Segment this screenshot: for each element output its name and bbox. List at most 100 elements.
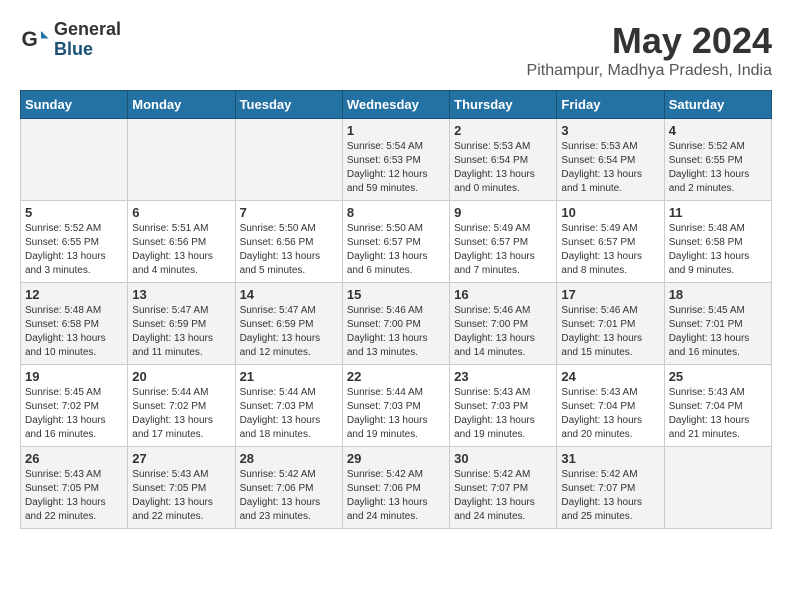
table-row: 8 Sunrise: 5:50 AMSunset: 6:57 PMDaylight… — [342, 201, 449, 283]
day-number: 17 — [561, 287, 659, 302]
day-info: Sunrise: 5:42 AMSunset: 7:06 PMDaylight:… — [240, 468, 338, 524]
day-info: Sunrise: 5:48 AMSunset: 6:58 PMDaylight:… — [25, 304, 123, 360]
table-row: 29 Sunrise: 5:42 AMSunset: 7:06 PMDayligh… — [342, 447, 449, 529]
day-number: 27 — [132, 451, 230, 466]
day-number: 7 — [240, 205, 338, 220]
calendar-body: 1 Sunrise: 5:54 AMSunset: 6:53 PMDaylight… — [21, 119, 772, 529]
logo-text: General Blue — [54, 20, 121, 60]
table-row: 12Sunrise: 5:48 AMSunset: 6:58 PMDayligh… — [21, 283, 128, 365]
day-info: Sunrise: 5:43 AMSunset: 7:04 PMDaylight:… — [561, 386, 659, 442]
day-info: Sunrise: 5:51 AMSunset: 6:56 PMDaylight:… — [132, 222, 230, 278]
header-friday: Friday — [557, 91, 664, 119]
day-info: Sunrise: 5:48 AMSunset: 6:58 PMDaylight:… — [669, 222, 767, 278]
day-number: 13 — [132, 287, 230, 302]
day-info: Sunrise: 5:43 AMSunset: 7:05 PMDaylight:… — [132, 468, 230, 524]
header-monday: Monday — [128, 91, 235, 119]
day-number: 1 — [347, 123, 445, 138]
table-row: 28 Sunrise: 5:42 AMSunset: 7:06 PMDayligh… — [235, 447, 342, 529]
day-info: Sunrise: 5:43 AMSunset: 7:03 PMDaylight:… — [454, 386, 552, 442]
day-info: Sunrise: 5:49 AMSunset: 6:57 PMDaylight:… — [454, 222, 552, 278]
day-info: Sunrise: 5:45 AMSunset: 7:01 PMDaylight:… — [669, 304, 767, 360]
day-number: 28 — [240, 451, 338, 466]
table-row: 22Sunrise: 5:44 AMSunset: 7:03 PMDayligh… — [342, 365, 449, 447]
day-info: Sunrise: 5:43 AMSunset: 7:05 PMDaylight:… — [25, 468, 123, 524]
day-number: 4 — [669, 123, 767, 138]
day-number: 2 — [454, 123, 552, 138]
day-info: Sunrise: 5:47 AMSunset: 6:59 PMDaylight:… — [240, 304, 338, 360]
day-info: Sunrise: 5:53 AMSunset: 6:54 PMDaylight:… — [454, 140, 552, 196]
day-info: Sunrise: 5:42 AMSunset: 7:07 PMDaylight:… — [454, 468, 552, 524]
svg-text:G: G — [22, 28, 38, 51]
day-info: Sunrise: 5:52 AMSunset: 6:55 PMDaylight:… — [25, 222, 123, 278]
day-info: Sunrise: 5:54 AMSunset: 6:53 PMDaylight:… — [347, 140, 445, 196]
day-number: 23 — [454, 369, 552, 384]
table-row: 11Sunrise: 5:48 AMSunset: 6:58 PMDayligh… — [664, 201, 771, 283]
table-row: 31Sunrise: 5:42 AMSunset: 7:07 PMDayligh… — [557, 447, 664, 529]
table-row: 14 Sunrise: 5:47 AMSunset: 6:59 PMDayligh… — [235, 283, 342, 365]
table-row: 7 Sunrise: 5:50 AMSunset: 6:56 PMDaylight… — [235, 201, 342, 283]
day-number: 26 — [25, 451, 123, 466]
day-number: 15 — [347, 287, 445, 302]
day-number: 31 — [561, 451, 659, 466]
table-row: 6Sunrise: 5:51 AMSunset: 6:56 PMDaylight… — [128, 201, 235, 283]
calendar-week-row: 1 Sunrise: 5:54 AMSunset: 6:53 PMDaylight… — [21, 119, 772, 201]
calendar-week-row: 19Sunrise: 5:45 AMSunset: 7:02 PMDayligh… — [21, 365, 772, 447]
table-row: 24Sunrise: 5:43 AMSunset: 7:04 PMDayligh… — [557, 365, 664, 447]
page-header: G General Blue May 2024 Pithampur, Madhy… — [20, 20, 772, 80]
table-row: 30Sunrise: 5:42 AMSunset: 7:07 PMDayligh… — [450, 447, 557, 529]
title-block: May 2024 Pithampur, Madhya Pradesh, Indi… — [527, 20, 772, 80]
calendar-header: Sunday Monday Tuesday Wednesday Thursday… — [21, 91, 772, 119]
day-info: Sunrise: 5:42 AMSunset: 7:06 PMDaylight:… — [347, 468, 445, 524]
day-info: Sunrise: 5:47 AMSunset: 6:59 PMDaylight:… — [132, 304, 230, 360]
day-info: Sunrise: 5:46 AMSunset: 7:00 PMDaylight:… — [454, 304, 552, 360]
day-info: Sunrise: 5:50 AMSunset: 6:57 PMDaylight:… — [347, 222, 445, 278]
header-tuesday: Tuesday — [235, 91, 342, 119]
day-info: Sunrise: 5:43 AMSunset: 7:04 PMDaylight:… — [669, 386, 767, 442]
day-number: 18 — [669, 287, 767, 302]
day-info: Sunrise: 5:53 AMSunset: 6:54 PMDaylight:… — [561, 140, 659, 196]
day-number: 3 — [561, 123, 659, 138]
table-row: 27 Sunrise: 5:43 AMSunset: 7:05 PMDayligh… — [128, 447, 235, 529]
day-number: 8 — [347, 205, 445, 220]
day-info: Sunrise: 5:52 AMSunset: 6:55 PMDaylight:… — [669, 140, 767, 196]
table-row: 15 Sunrise: 5:46 AMSunset: 7:00 PMDayligh… — [342, 283, 449, 365]
day-info: Sunrise: 5:44 AMSunset: 7:03 PMDaylight:… — [240, 386, 338, 442]
header-thursday: Thursday — [450, 91, 557, 119]
header-saturday: Saturday — [664, 91, 771, 119]
day-number: 25 — [669, 369, 767, 384]
table-row: 3 Sunrise: 5:53 AMSunset: 6:54 PMDaylight… — [557, 119, 664, 201]
day-number: 29 — [347, 451, 445, 466]
calendar-table: Sunday Monday Tuesday Wednesday Thursday… — [20, 90, 772, 529]
day-info: Sunrise: 5:50 AMSunset: 6:56 PMDaylight:… — [240, 222, 338, 278]
table-row — [235, 119, 342, 201]
day-info: Sunrise: 5:46 AMSunset: 7:01 PMDaylight:… — [561, 304, 659, 360]
logo-blue-text: Blue — [54, 40, 121, 60]
day-number: 16 — [454, 287, 552, 302]
table-row: 23 Sunrise: 5:43 AMSunset: 7:03 PMDayligh… — [450, 365, 557, 447]
day-info: Sunrise: 5:44 AMSunset: 7:03 PMDaylight:… — [347, 386, 445, 442]
day-number: 21 — [240, 369, 338, 384]
day-number: 20 — [132, 369, 230, 384]
table-row: 18 Sunrise: 5:45 AMSunset: 7:01 PMDayligh… — [664, 283, 771, 365]
day-number: 19 — [25, 369, 123, 384]
day-number: 9 — [454, 205, 552, 220]
day-info: Sunrise: 5:44 AMSunset: 7:02 PMDaylight:… — [132, 386, 230, 442]
table-row: 10Sunrise: 5:49 AMSunset: 6:57 PMDayligh… — [557, 201, 664, 283]
table-row: 20 Sunrise: 5:44 AMSunset: 7:02 PMDayligh… — [128, 365, 235, 447]
table-row: 19Sunrise: 5:45 AMSunset: 7:02 PMDayligh… — [21, 365, 128, 447]
day-number: 5 — [25, 205, 123, 220]
table-row — [664, 447, 771, 529]
day-info: Sunrise: 5:46 AMSunset: 7:00 PMDaylight:… — [347, 304, 445, 360]
logo-icon: G — [20, 25, 50, 55]
table-row: 1 Sunrise: 5:54 AMSunset: 6:53 PMDaylight… — [342, 119, 449, 201]
table-row: 9 Sunrise: 5:49 AMSunset: 6:57 PMDaylight… — [450, 201, 557, 283]
logo: G General Blue — [20, 20, 121, 60]
header-wednesday: Wednesday — [342, 91, 449, 119]
month-year-title: May 2024 — [527, 20, 772, 62]
table-row — [21, 119, 128, 201]
day-info: Sunrise: 5:49 AMSunset: 6:57 PMDaylight:… — [561, 222, 659, 278]
calendar-week-row: 12Sunrise: 5:48 AMSunset: 6:58 PMDayligh… — [21, 283, 772, 365]
table-row: 5 Sunrise: 5:52 AMSunset: 6:55 PMDaylight… — [21, 201, 128, 283]
calendar-week-row: 5 Sunrise: 5:52 AMSunset: 6:55 PMDaylight… — [21, 201, 772, 283]
day-number: 14 — [240, 287, 338, 302]
